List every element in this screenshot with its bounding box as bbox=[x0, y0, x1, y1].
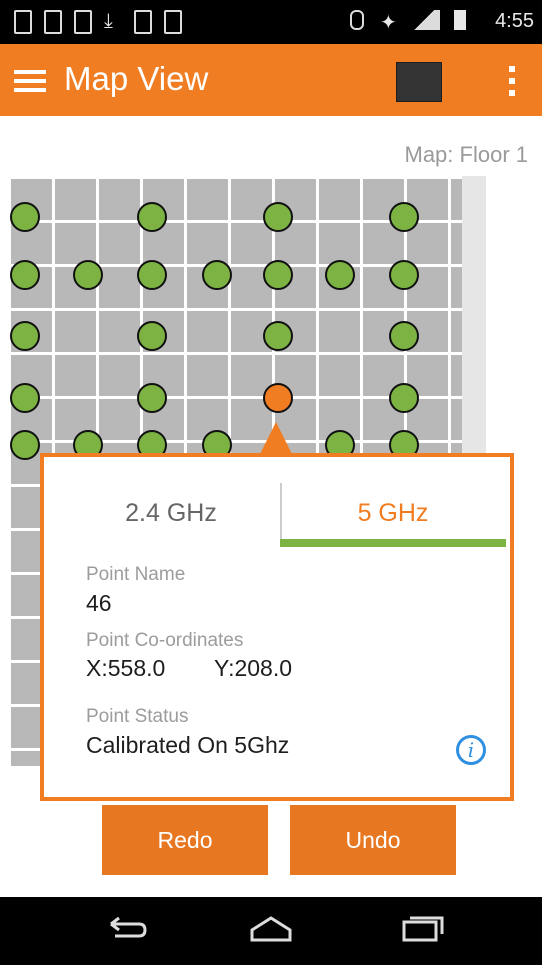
map-point[interactable] bbox=[10, 383, 40, 413]
recents-icon[interactable] bbox=[400, 914, 446, 944]
map-point[interactable] bbox=[389, 202, 419, 232]
vibrate-icon bbox=[350, 10, 364, 30]
map-point[interactable] bbox=[202, 260, 232, 290]
wifi-icon bbox=[408, 10, 440, 30]
back-icon[interactable] bbox=[105, 914, 151, 944]
point-info-popup: 2.4 GHz 5 GHz Point Name 46 Point Co-ord… bbox=[40, 453, 514, 875]
map-point[interactable] bbox=[263, 202, 293, 232]
map-point[interactable] bbox=[263, 321, 293, 351]
gallery-notification-icon bbox=[74, 10, 92, 34]
map-point[interactable] bbox=[137, 383, 167, 413]
home-icon[interactable] bbox=[248, 914, 294, 944]
coords-x: X:558.0 bbox=[86, 655, 166, 681]
nav-bar bbox=[0, 897, 542, 965]
status-bar: ⤓ ✦ 4:55 bbox=[0, 0, 542, 44]
map-point[interactable] bbox=[325, 260, 355, 290]
redo-button[interactable]: Redo bbox=[102, 805, 268, 875]
map-point[interactable] bbox=[73, 260, 103, 290]
map-point[interactable] bbox=[389, 260, 419, 290]
map-point[interactable] bbox=[137, 260, 167, 290]
image-notification-icon bbox=[44, 10, 62, 34]
app-notification-icon bbox=[164, 10, 182, 34]
notification-icon bbox=[14, 10, 32, 34]
battery-icon bbox=[454, 10, 466, 30]
status-label: Point Status bbox=[86, 706, 189, 727]
map-point[interactable] bbox=[389, 321, 419, 351]
download-icon: ⤓ bbox=[104, 10, 113, 32]
map-point[interactable] bbox=[389, 383, 419, 413]
page-title: Map View bbox=[64, 60, 209, 97]
app-bar: Map View bbox=[0, 44, 542, 116]
map-point[interactable] bbox=[10, 260, 40, 290]
tab-5ghz[interactable]: 5 GHz bbox=[280, 477, 506, 547]
selected-map-point[interactable] bbox=[263, 383, 293, 413]
status-value: Calibrated On 5Ghz bbox=[86, 732, 290, 758]
map-label: Map: Floor 1 bbox=[404, 142, 529, 167]
tab-2-4ghz[interactable]: 2.4 GHz bbox=[62, 477, 280, 547]
mail-icon bbox=[134, 10, 152, 34]
bluetooth-icon: ✦ bbox=[380, 12, 397, 34]
undo-button[interactable]: Undo bbox=[290, 805, 456, 875]
clock: 4:55 bbox=[495, 10, 534, 32]
coords-label: Point Co-ordinates bbox=[86, 630, 244, 651]
info-icon[interactable]: i bbox=[456, 735, 486, 765]
map-point[interactable] bbox=[137, 321, 167, 351]
point-name-label: Point Name bbox=[86, 564, 186, 585]
map-point[interactable] bbox=[137, 202, 167, 232]
map-point[interactable] bbox=[263, 260, 293, 290]
popup-pointer bbox=[260, 422, 292, 454]
more-vert-icon[interactable] bbox=[508, 66, 516, 98]
map-point[interactable] bbox=[10, 430, 40, 460]
map-point[interactable] bbox=[10, 321, 40, 351]
hamburger-icon[interactable] bbox=[14, 70, 46, 92]
map-point[interactable] bbox=[10, 202, 40, 232]
map-select-icon[interactable] bbox=[396, 62, 442, 102]
point-name-value: 46 bbox=[86, 590, 112, 616]
coords-y: Y:208.0 bbox=[214, 655, 293, 681]
